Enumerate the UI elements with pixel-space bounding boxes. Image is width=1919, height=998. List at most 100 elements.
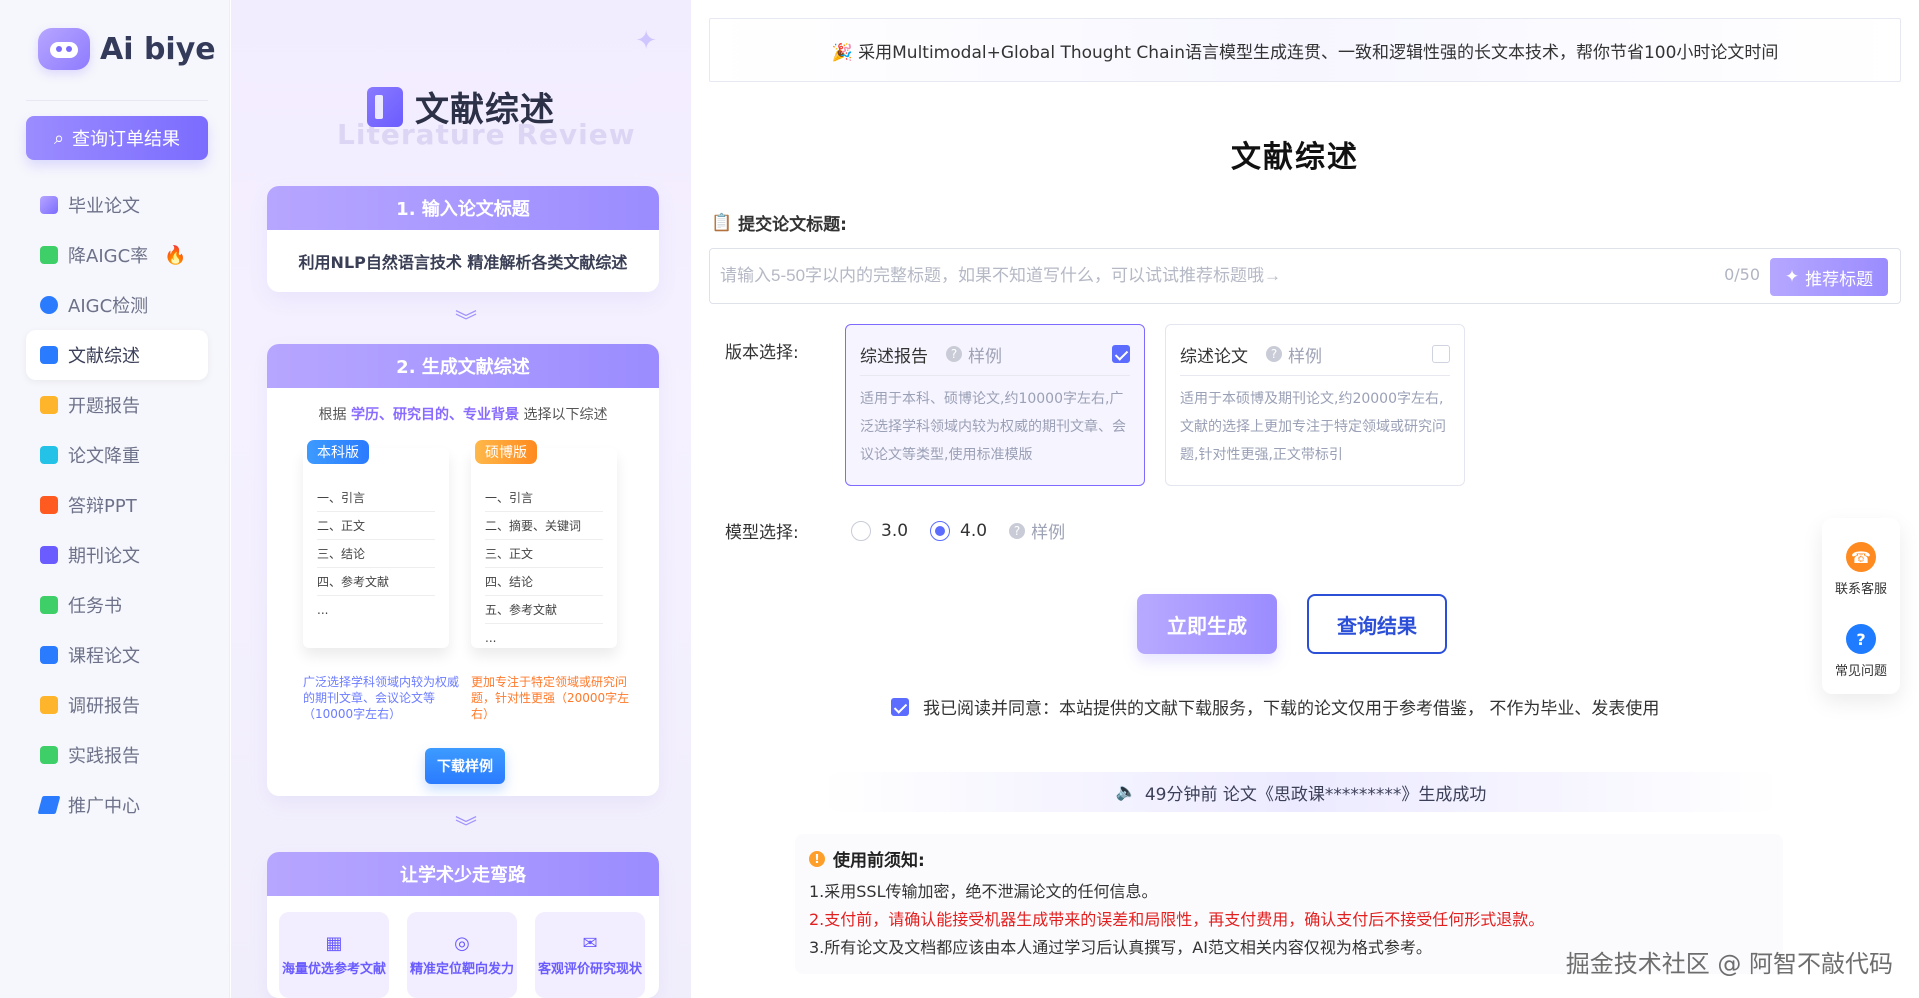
sidebar-item-research-report[interactable]: 调研报告 (26, 680, 208, 730)
sidebar-item-label: AIGC检测 (68, 296, 149, 317)
usage-notice-title-text: 使用前须知: (833, 851, 925, 871)
sidebar-nav: 毕业论文 降AIGC率 🔥 AIGC检测 文献综述 开题报告 论文降重 答辩PP… (26, 180, 208, 830)
clipboard-icon: 📋 (711, 212, 733, 233)
sidebar-item-label: 降AIGC率 (68, 246, 149, 267)
usage-notice-title: ! 使用前须知: (809, 846, 925, 871)
option-checkbox[interactable] (1432, 345, 1450, 363)
watermark-text: 掘金技术社区 @ 阿智不敲代码 (1565, 950, 1893, 978)
sparkle-icon: ✦ (1784, 267, 1800, 287)
radio-button[interactable] (930, 520, 951, 541)
promo-step-2-description: 根据 学历、研究目的、专业背景 选择以下综述 (267, 404, 659, 424)
model-radio-group: 3.0 4.0 ? 样例 (851, 518, 1065, 543)
option-sample-label: 样例 (968, 346, 1002, 367)
sidebar-item-proposal-report[interactable]: 开题报告 (26, 380, 208, 430)
sidebar-item-aigc-detect[interactable]: AIGC检测 (26, 280, 208, 330)
option-divider (860, 375, 1130, 376)
sidebar-item-label: 毕业论文 (68, 196, 140, 217)
graduate-note: 更加专注于特定领域或研究问题，针对性更强（20000字左右） (471, 675, 630, 721)
sidebar-item-graduation-thesis[interactable]: 毕业论文 (26, 180, 208, 230)
outline-item: 四、参考文献 (317, 568, 435, 596)
sidebar-item-literature-review[interactable]: 文献综述 (26, 330, 208, 380)
outline-item: 四、结论 (485, 568, 603, 596)
undergraduate-note: 广泛选择学科领域内较为权威的期刊文章、会议论文等（10000字左右） (303, 675, 460, 721)
chat-icon: ✉ (582, 933, 598, 954)
robot-logo-icon (38, 28, 90, 70)
download-sample-button[interactable]: 下载样例 (425, 748, 505, 784)
model-radio-3-0[interactable]: 3.0 (851, 520, 908, 541)
usage-notice-line-1: 1.采用SSL传输加密，绝不泄漏论文的任何信息。 (809, 882, 1158, 901)
sidebar-item-task-book[interactable]: 任务书 (26, 580, 208, 630)
query-order-label: 查询订单结果 (72, 129, 181, 150)
outline-item: ... (485, 631, 497, 645)
model-sample[interactable]: ? 样例 (1009, 518, 1065, 543)
benefit-label: 客观评价研究现状 (537, 962, 642, 977)
option-checkbox[interactable] (1112, 345, 1130, 363)
submit-title-text: 提交论文标题: (738, 215, 847, 235)
sidebar-item-promotion-center[interactable]: 推广中心 (26, 780, 208, 830)
headset-icon: ☎ (1846, 542, 1876, 572)
send-icon (37, 796, 61, 814)
chevron-down-icon: ︾ (455, 816, 478, 841)
promo-step-2-header: 2. 生成文献综述 (267, 344, 659, 388)
promo-title-text: 文献综述 (415, 90, 555, 130)
benefit-label: 海量优选参考文献 (281, 962, 386, 977)
sidebar-item-defense-ppt[interactable]: 答辩PPT (26, 480, 208, 530)
radio-button[interactable] (851, 520, 871, 541)
help-icon: ? (1266, 346, 1282, 362)
course-icon (40, 646, 58, 664)
target-icon: ◎ (454, 933, 470, 954)
character-counter: 0/50 (1724, 265, 1760, 284)
sidebar-item-label: 答辩PPT (68, 496, 137, 517)
query-results-button[interactable]: 查询结果 (1307, 594, 1447, 654)
sidebar-item-journal-paper[interactable]: 期刊论文 (26, 530, 208, 580)
ai-detect-icon (40, 296, 58, 314)
help-icon: ? (1009, 522, 1026, 539)
promo-step-2-pre-b: 选择以下综述 (523, 407, 608, 423)
promo-step-1-card: 1. 输入论文标题 利用NLP自然语言技术 精准解析各类文献综述 (267, 186, 659, 292)
benefit-item: ✉ 客观评价研究现状 (535, 912, 645, 998)
option-description: 适用于本硕博及期刊论文,约20000字左右,文献的选择上更加专注于特定领域或研究… (1180, 391, 1446, 463)
check-icon (40, 596, 58, 614)
graduate-version-doc: 硕博版 一、引言 二、摘要、关键词 三、正文 四、结论 五、参考文献 ... (471, 440, 617, 648)
sidebar-item-label: 期刊论文 (68, 546, 140, 567)
version-option-review-paper[interactable]: 综述论文 ? 样例 适用于本硕博及期刊论文,约20000字左右,文献的选择上更加… (1165, 324, 1465, 486)
help-icon: ? (946, 346, 962, 362)
graduate-outline: 一、引言 二、摘要、关键词 三、正文 四、结论 五、参考文献 ... (485, 484, 603, 652)
option-header: 综述报告 ? 样例 (860, 341, 1130, 367)
model-radio-4-0[interactable]: 4.0 (930, 520, 987, 541)
outline-item: 二、摘要、关键词 (485, 512, 603, 540)
sidebar-item-course-paper[interactable]: 课程论文 (26, 630, 208, 680)
option-sample[interactable]: ? 样例 (1266, 342, 1322, 367)
sidebar-item-plagiarism-reduce[interactable]: 论文降重 (26, 430, 208, 480)
library-icon: ▦ (325, 933, 343, 954)
sidebar-item-label: 课程论文 (68, 646, 140, 667)
option-sample[interactable]: ? 样例 (946, 342, 1002, 367)
promo-benefits-card: 让学术少走弯路 ▦ 海量优选参考文献 ◎ 精准定位靶向发力 ✉ 客观评价研究现状 (267, 852, 659, 998)
sidebar-item-reduce-aigc[interactable]: 降AIGC率 🔥 (26, 230, 208, 280)
suggest-title-button[interactable]: ✦ 推荐标题 (1770, 258, 1888, 296)
undergraduate-version-tag: 本科版 (307, 440, 369, 464)
sidebar: Ai biye ⌕ 查询订单结果 毕业论文 降AIGC率 🔥 AIGC检测 文献… (0, 0, 230, 998)
contact-support-button[interactable]: ☎ 联系客服 (1822, 542, 1900, 597)
sidebar-item-practice-report[interactable]: 实践报告 (26, 730, 208, 780)
title-input[interactable] (720, 249, 1680, 303)
graduation-cap-icon (40, 196, 58, 214)
undergraduate-version-doc: 本科版 一、引言 二、正文 三、结论 四、参考文献 ... (303, 440, 449, 648)
chart-icon (40, 446, 58, 464)
agreement-checkbox[interactable] (891, 697, 909, 716)
query-order-button[interactable]: ⌕ 查询订单结果 (26, 116, 208, 160)
usage-notice-line-3: 3.所有论文及文档都应该由本人通过学习后认真撰写，AI范文相关内容仅视为格式参考… (809, 938, 1432, 957)
promo-title: 文献综述 (367, 82, 555, 131)
promo-benefits-header: 让学术少走弯路 (267, 852, 659, 896)
brand-logo[interactable]: Ai biye (38, 28, 216, 70)
outline-item: 一、引言 (485, 484, 603, 512)
faq-button[interactable]: ? 常见问题 (1822, 624, 1900, 679)
benefit-item: ▦ 海量优选参考文献 (279, 912, 389, 998)
literature-review-promo-panel: ✦ Literature Review 文献综述 1. 输入论文标题 利用NLP… (231, 0, 691, 998)
agreement-text: 我已阅读并同意：本站提供的文献下载服务，下载的论文仅用于参考借鉴， 不作为毕业、… (923, 699, 1660, 719)
agreement-row: 我已阅读并同意：本站提供的文献下载服务，下载的论文仅用于参考借鉴， 不作为毕业、… (891, 694, 1659, 719)
version-option-review-report[interactable]: 综述报告 ? 样例 适用于本科、硕博论文,约10000字左右,广泛选择学科领域内… (845, 324, 1145, 486)
journal-icon (40, 546, 58, 564)
version-select-label: 版本选择: (725, 343, 799, 363)
generate-now-button[interactable]: 立即生成 (1137, 594, 1277, 654)
